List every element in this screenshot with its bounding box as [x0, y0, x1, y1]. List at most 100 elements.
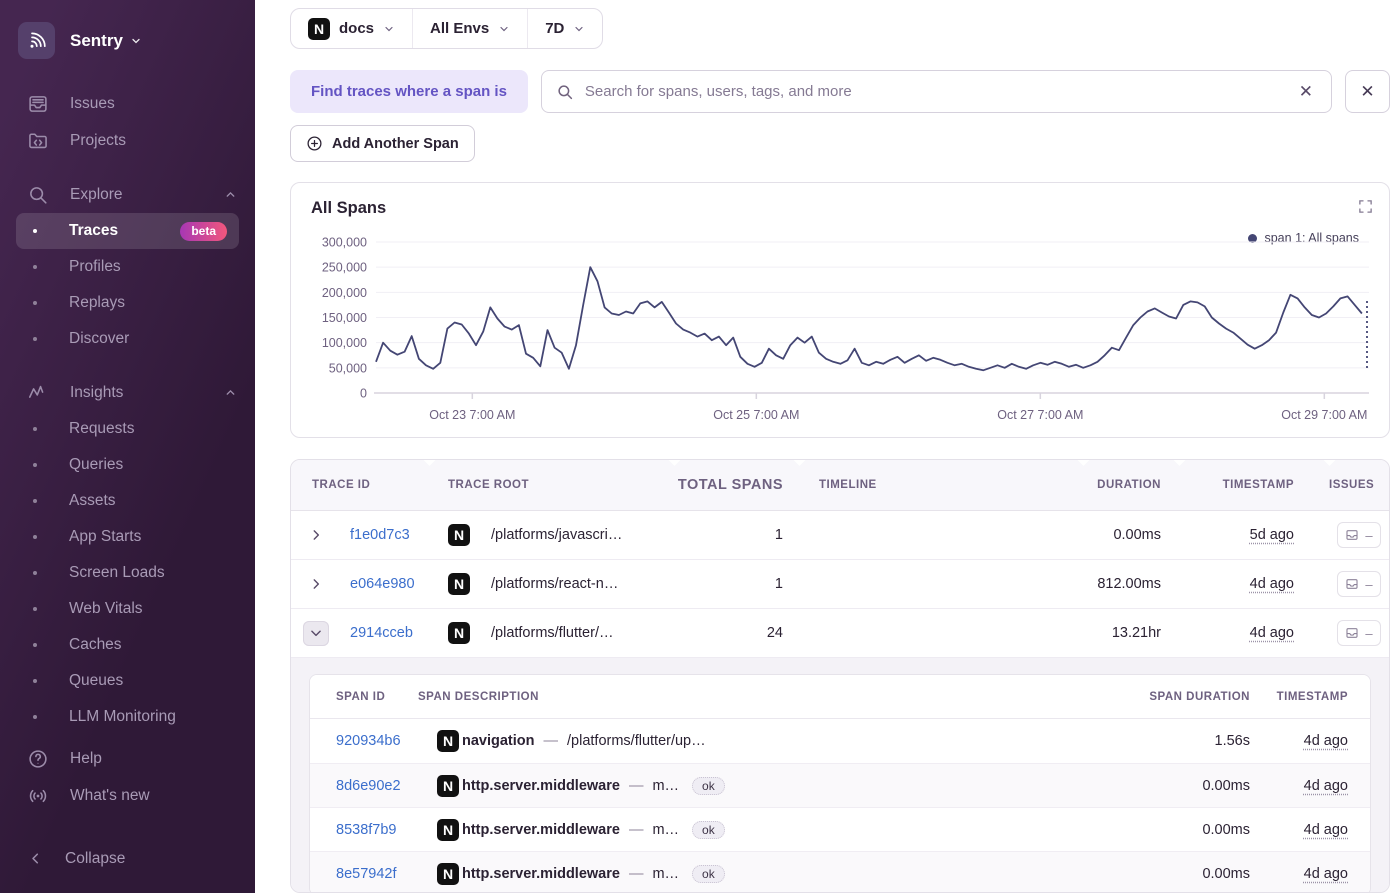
- sidebar-section-explore[interactable]: Explore: [0, 176, 255, 213]
- span-table-row[interactable]: 8538f7b9 N http.server.middleware — m… o…: [310, 807, 1370, 851]
- sidebar: Sentry Issues Projects Explore Traces be…: [0, 0, 255, 893]
- trace-table-row[interactable]: 2914cceb N /platforms/flutter/… 24 13.21…: [291, 609, 1389, 658]
- chevron-left-icon: [32, 853, 39, 864]
- span-duration: 0.00ms: [1202, 777, 1250, 794]
- col-span-timestamp: TIMESTAMP: [1276, 690, 1348, 703]
- column-resize-handle[interactable]: [668, 460, 681, 466]
- svg-text:Oct 29 7:00 AM: Oct 29 7:00 AM: [1281, 408, 1367, 422]
- col-duration: DURATION: [1097, 479, 1161, 491]
- trace-issues-button[interactable]: –: [1337, 522, 1381, 548]
- trace-table-row[interactable]: e064e980 N /platforms/react-n… 1 812.00m…: [291, 560, 1389, 609]
- nextjs-project-icon: N: [437, 862, 459, 885]
- sidebar-item-app-starts[interactable]: App Starts: [16, 519, 239, 555]
- sidebar-item-llm-monitoring[interactable]: LLM Monitoring: [16, 699, 239, 735]
- column-resize-handle[interactable]: [423, 460, 436, 466]
- sidebar-item-traces[interactable]: Traces beta: [16, 213, 239, 249]
- chevron-down-icon: [500, 26, 508, 31]
- span-op: http.server.middleware: [462, 777, 620, 794]
- environment-selector[interactable]: All Envs: [412, 9, 527, 48]
- bullet-icon: [33, 229, 37, 233]
- sidebar-item-discover[interactable]: Discover: [16, 321, 239, 357]
- find-traces-label: Find traces where a span is: [290, 70, 528, 113]
- col-span-id: SPAN ID: [336, 690, 386, 703]
- insights-icon: [28, 385, 44, 398]
- trace-id-link[interactable]: 2914cceb: [337, 625, 429, 641]
- chevron-down-icon: [385, 26, 393, 31]
- sidebar-item-queries[interactable]: Queries: [16, 447, 239, 483]
- col-total-spans: TOTAL SPANS: [677, 477, 783, 493]
- span-timestamp[interactable]: 4d ago: [1304, 866, 1348, 882]
- project-selector[interactable]: N docs: [291, 9, 412, 48]
- span-id-link[interactable]: 8d6e90e2: [310, 778, 418, 794]
- add-another-span-button[interactable]: Add Another Span: [290, 125, 475, 162]
- sidebar-item-assets[interactable]: Assets: [16, 483, 239, 519]
- trace-issues-button[interactable]: –: [1337, 620, 1381, 646]
- sidebar-item-replays[interactable]: Replays: [16, 285, 239, 321]
- total-spans-value: 24: [766, 625, 783, 641]
- sidebar-item-issues[interactable]: Issues: [0, 85, 255, 122]
- app-root: Sentry Issues Projects Explore Traces be…: [0, 0, 1400, 893]
- span-table-row[interactable]: 8e57942f N http.server.middleware — m… o…: [310, 851, 1370, 892]
- trace-id-link[interactable]: f1e0d7c3: [337, 527, 429, 543]
- sidebar-item-caches[interactable]: Caches: [16, 627, 239, 663]
- expand-trace-icon[interactable]: [303, 572, 329, 597]
- trace-id-link[interactable]: e064e980: [337, 576, 429, 592]
- column-resize-handle[interactable]: [1323, 460, 1336, 466]
- span-status-badge: ok: [692, 776, 725, 795]
- sidebar-item-what-s-new[interactable]: What's new: [0, 777, 255, 814]
- beta-badge: beta: [180, 221, 227, 241]
- remove-span-filter-button[interactable]: ✕: [1345, 70, 1390, 113]
- span-table-row[interactable]: 920934b6 N navigation — /platforms/flutt…: [310, 719, 1370, 763]
- span-duration: 1.56s: [1214, 733, 1250, 749]
- sidebar-item-help[interactable]: Help: [0, 740, 255, 777]
- plus-circle-icon: [307, 136, 322, 151]
- all-spans-chart-canvas[interactable]: 0 50,000 100,000 150,000 200,000 250,000 300,0…: [291, 183, 1387, 437]
- column-resize-handle[interactable]: [793, 460, 806, 466]
- traces-table: TRACE ID TRACE ROOT TOTAL SPANS TIMELINE…: [290, 459, 1390, 893]
- bullet-icon: [33, 571, 37, 575]
- col-issues: ISSUES: [1329, 479, 1375, 491]
- nextjs-project-icon: N: [437, 730, 459, 752]
- span-id-link[interactable]: 8e57942f: [310, 866, 418, 882]
- issues-icon: [29, 95, 47, 112]
- broadcast-icon: [29, 789, 47, 802]
- svg-text:Oct 25 7:00 AM: Oct 25 7:00 AM: [713, 408, 799, 422]
- trace-duration: 13.21hr: [1111, 625, 1161, 641]
- sidebar-item-web-vitals[interactable]: Web Vitals: [16, 591, 239, 627]
- span-op: http.server.middleware: [462, 865, 620, 882]
- span-table-row[interactable]: 8d6e90e2 N http.server.middleware — m… o…: [310, 763, 1370, 807]
- trace-timestamp[interactable]: 4d ago: [1250, 576, 1294, 592]
- column-resize-handle[interactable]: [1173, 460, 1186, 466]
- sidebar-section-insights[interactable]: Insights: [0, 374, 255, 411]
- expanded-trace-spans: SPAN ID SPAN DESCRIPTION SPAN DURATION T…: [291, 658, 1389, 892]
- trace-root: /platforms/flutter/…: [491, 625, 614, 641]
- trace-timestamp[interactable]: 4d ago: [1250, 625, 1294, 641]
- sidebar-item-profiles[interactable]: Profiles: [16, 249, 239, 285]
- expand-trace-icon[interactable]: [303, 523, 329, 548]
- span-timestamp[interactable]: 4d ago: [1304, 733, 1348, 749]
- clear-search-icon[interactable]: ✕: [1295, 80, 1317, 104]
- expand-trace-icon[interactable]: [303, 620, 329, 646]
- sidebar-item-screen-loads[interactable]: Screen Loads: [16, 555, 239, 591]
- org-switcher[interactable]: Sentry: [0, 22, 255, 59]
- sidebar-item-projects[interactable]: Projects: [0, 122, 255, 159]
- column-resize-handle[interactable]: [1077, 460, 1090, 466]
- col-trace-id: TRACE ID: [312, 479, 371, 491]
- all-spans-chart-panel: All Spans span 1: All spans 0 50,000 100,0…: [290, 182, 1390, 438]
- sidebar-item-requests[interactable]: Requests: [16, 411, 239, 447]
- trace-issues-button[interactable]: –: [1337, 571, 1381, 597]
- span-timestamp[interactable]: 4d ago: [1304, 778, 1348, 794]
- span-search-input[interactable]: [584, 83, 1284, 100]
- page-filter-bar: N docs All Envs 7D: [290, 8, 604, 49]
- bullet-icon: [33, 715, 37, 719]
- sidebar-item-queues[interactable]: Queues: [16, 663, 239, 699]
- trace-timestamp[interactable]: 5d ago: [1250, 527, 1294, 543]
- trace-table-row[interactable]: f1e0d7c3 N /platforms/javascri… 1 0.00ms…: [291, 511, 1389, 560]
- projects-icon: [29, 132, 47, 148]
- sidebar-collapse-button[interactable]: Collapse: [0, 840, 255, 877]
- span-id-link[interactable]: 8538f7b9: [310, 822, 418, 838]
- bullet-icon: [33, 499, 37, 503]
- span-timestamp[interactable]: 4d ago: [1304, 822, 1348, 838]
- span-id-link[interactable]: 920934b6: [310, 733, 418, 749]
- date-range-selector[interactable]: 7D: [527, 9, 602, 48]
